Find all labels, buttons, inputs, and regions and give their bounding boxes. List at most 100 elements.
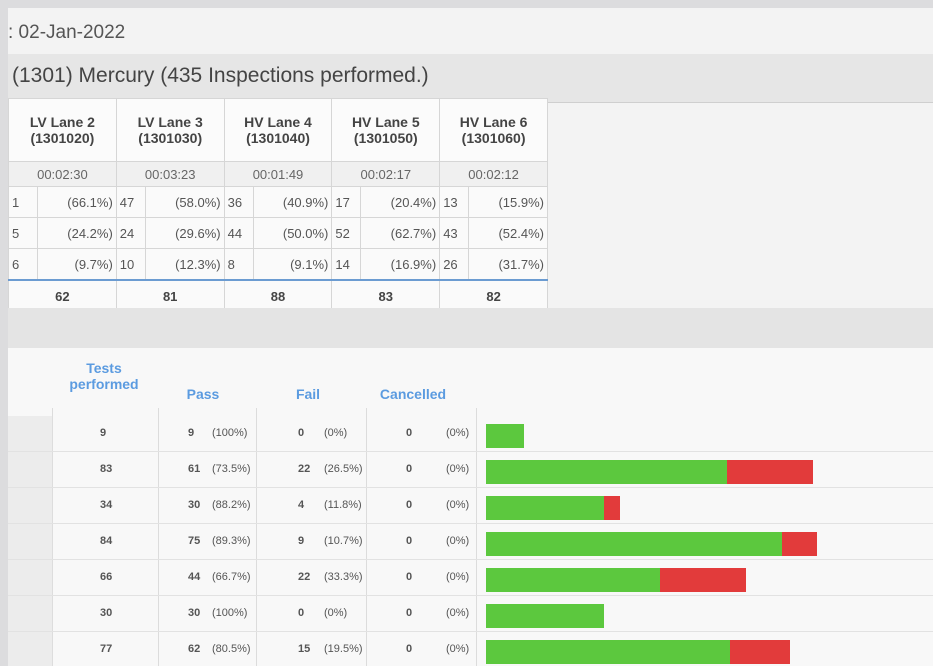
pass-count: 30: [188, 607, 201, 619]
station-title-bar: (1301) Mercury (435 Inspections performe…: [8, 54, 933, 103]
fail-count: 0: [298, 607, 305, 619]
pass-pct: (100%): [212, 607, 248, 619]
lane-count: 24: [115, 217, 146, 249]
pass-fail-bar: [486, 532, 818, 556]
pass-count: 62: [188, 643, 201, 655]
pass-count: 61: [188, 463, 201, 475]
cancelled-pct: (0%): [446, 535, 470, 547]
table-row: 9 9 (100%) 0 (0%) 0 (0%): [8, 416, 933, 452]
fail-header[interactable]: Fail: [288, 386, 328, 402]
table-row: 84 75 (89.3%) 9 (10.7%) 0 (0%): [8, 524, 933, 560]
lane-count: 52: [331, 217, 362, 249]
pass-count: 9: [188, 427, 195, 439]
fail-pct: (26.5%): [324, 463, 363, 475]
table-row: 77 62 (80.5%) 15 (19.5%) 0 (0%): [8, 632, 933, 666]
fail-count: 4: [298, 499, 305, 511]
pass-fail-bar: [486, 604, 605, 628]
tests-performed-header[interactable]: Tests performed: [64, 360, 144, 392]
pass-count: 30: [188, 499, 201, 511]
cancelled-pct: (0%): [446, 427, 470, 439]
lane-pct: (52.4%): [468, 217, 548, 249]
lane-result-row: 6 (9.7%) 10 (12.3%) 8 (9.1%) 14 (16.9%) 26 (3…: [8, 248, 548, 281]
cancelled-count: 0: [406, 607, 413, 619]
tests-count: 77: [100, 643, 113, 655]
lane-count: 6: [8, 248, 38, 281]
fail-count: 9: [298, 535, 305, 547]
lane-header: LV Lane 2 (1301020): [8, 98, 117, 162]
section-divider: [8, 308, 933, 348]
pass-header[interactable]: Pass: [178, 386, 228, 402]
lane-count: 8: [223, 248, 254, 281]
pass-bar-segment: [486, 568, 660, 592]
table-row: 66 44 (66.7%) 22 (33.3%) 0 (0%): [8, 560, 933, 596]
pass-bar-segment: [486, 532, 782, 556]
lane-count: 1: [8, 186, 38, 218]
fail-count: 0: [298, 427, 305, 439]
cancelled-pct: (0%): [446, 499, 470, 511]
lane-pct: (16.9%): [360, 248, 441, 281]
fail-bar-segment: [781, 532, 818, 556]
row-label-cell: [8, 560, 53, 595]
cancelled-count: 0: [406, 535, 413, 547]
row-label-cell: [8, 524, 53, 559]
pass-fail-bar: [486, 460, 814, 484]
pass-fail-bar: [486, 640, 790, 664]
fail-count: 22: [298, 571, 311, 583]
fail-pct: (33.3%): [324, 571, 363, 583]
lane-pct: (40.9%): [252, 186, 333, 218]
screen: : 02-Jan-2022 (1301) Mercury (435 Inspec…: [8, 8, 933, 666]
row-label-cell: [8, 452, 53, 487]
pass-bar-segment: [486, 460, 727, 484]
fail-bar-segment: [730, 640, 790, 664]
lane-pct: (15.9%): [468, 186, 548, 218]
report-date: : 02-Jan-2022: [8, 22, 126, 43]
pass-pct: (66.7%): [212, 571, 251, 583]
lane-pct: (66.1%): [37, 186, 117, 218]
fail-count: 15: [298, 643, 311, 655]
cancelled-count: 0: [406, 643, 413, 655]
lane-summary-table: LV Lane 2 (1301020) LV Lane 3 (1301030) HV…: [8, 98, 548, 313]
lane-count: 14: [331, 248, 362, 281]
pass-count: 44: [188, 571, 201, 583]
cancelled-pct: (0%): [446, 463, 470, 475]
lane-pct: (12.3%): [144, 248, 225, 281]
lane-count: 43: [439, 217, 470, 249]
row-label-cell: [8, 596, 53, 631]
lane-count: 10: [115, 248, 146, 281]
lane-count: 26: [439, 248, 470, 281]
pass-pct: (80.5%): [212, 643, 251, 655]
test-stats-panel: Tests performed Pass Fail Cancelled 9 9 (1…: [8, 348, 933, 666]
fail-pct: (0%): [324, 607, 348, 619]
fail-count: 22: [298, 463, 311, 475]
lane-pct: (58.0%): [144, 186, 225, 218]
tests-count: 30: [100, 607, 113, 619]
row-label-cell: [8, 416, 53, 451]
fail-bar-segment: [604, 496, 621, 520]
tests-count: 9: [100, 427, 107, 439]
pass-count: 75: [188, 535, 201, 547]
fail-bar-segment: [726, 460, 814, 484]
lane-count: 36: [223, 186, 254, 218]
lane-count: 44: [223, 217, 254, 249]
lane-count: 17: [331, 186, 362, 218]
station-title: (1301) Mercury (435 Inspections performe…: [12, 64, 429, 87]
cancelled-count: 0: [406, 499, 413, 511]
tests-count: 66: [100, 571, 113, 583]
lane-header-row: LV Lane 2 (1301020) LV Lane 3 (1301030) HV…: [8, 98, 548, 162]
cancelled-pct: (0%): [446, 571, 470, 583]
lane-pct: (24.2%): [37, 217, 117, 249]
pass-bar-segment: [486, 496, 605, 520]
lane-pct: (20.4%): [360, 186, 441, 218]
lane-time: 00:03:23: [115, 161, 225, 187]
cancelled-count: 0: [406, 571, 413, 583]
fail-pct: (10.7%): [324, 535, 363, 547]
lane-count: 13: [439, 186, 470, 218]
cancelled-header[interactable]: Cancelled: [368, 386, 458, 402]
lane-pct: (31.7%): [468, 248, 548, 281]
tests-count: 83: [100, 463, 113, 475]
lane-pct: (29.6%): [144, 217, 225, 249]
pass-bar-segment: [486, 604, 605, 628]
lane-count: 47: [115, 186, 146, 218]
pass-fail-bar: [486, 496, 621, 520]
cancelled-pct: (0%): [446, 607, 470, 619]
